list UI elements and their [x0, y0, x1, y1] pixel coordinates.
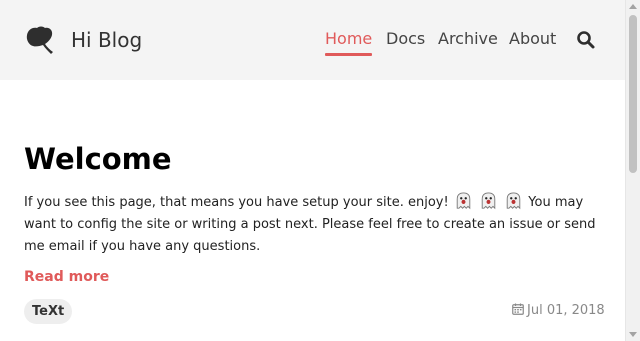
calendar-icon: [512, 303, 524, 315]
ginkgo-leaf-icon[interactable]: [24, 26, 54, 54]
excerpt-text-start: If you see this page, that means you hav…: [24, 195, 449, 210]
ghost-icon: [456, 192, 471, 210]
nav-home-label: Home: [325, 29, 373, 48]
read-more-link[interactable]: Read more: [24, 266, 109, 288]
post-date: Jul 01, 2018: [512, 301, 605, 321]
ghost-icon: [506, 192, 521, 210]
site-header: Hi Blog Home Docs Archive About: [0, 0, 625, 80]
page: Hi Blog Home Docs Archive About Welcome …: [0, 0, 625, 341]
post-excerpt: If you see this page, that means you hav…: [24, 192, 609, 258]
nav-about[interactable]: About: [509, 28, 556, 50]
site-title[interactable]: Hi Blog: [71, 27, 142, 53]
nav-about-label: About: [509, 29, 557, 48]
scroll-down-arrow[interactable]: [629, 332, 637, 337]
scroll-thumb[interactable]: [629, 15, 637, 173]
ghost-icon: [481, 192, 496, 210]
nav-archive-label: Archive: [438, 29, 498, 48]
post-title[interactable]: Welcome: [24, 140, 172, 178]
vertical-scrollbar[interactable]: [625, 0, 640, 341]
nav-archive[interactable]: Archive: [438, 28, 498, 50]
nav-active-indicator: [325, 53, 373, 56]
search-icon[interactable]: [576, 30, 596, 50]
nav-home[interactable]: Home: [325, 28, 373, 56]
nav-docs[interactable]: Docs: [386, 28, 425, 50]
nav-docs-label: Docs: [386, 29, 426, 48]
post-tag[interactable]: TeXt: [24, 299, 73, 324]
scroll-up-arrow[interactable]: [629, 4, 637, 9]
post-date-text: Jul 01, 2018: [527, 303, 605, 318]
